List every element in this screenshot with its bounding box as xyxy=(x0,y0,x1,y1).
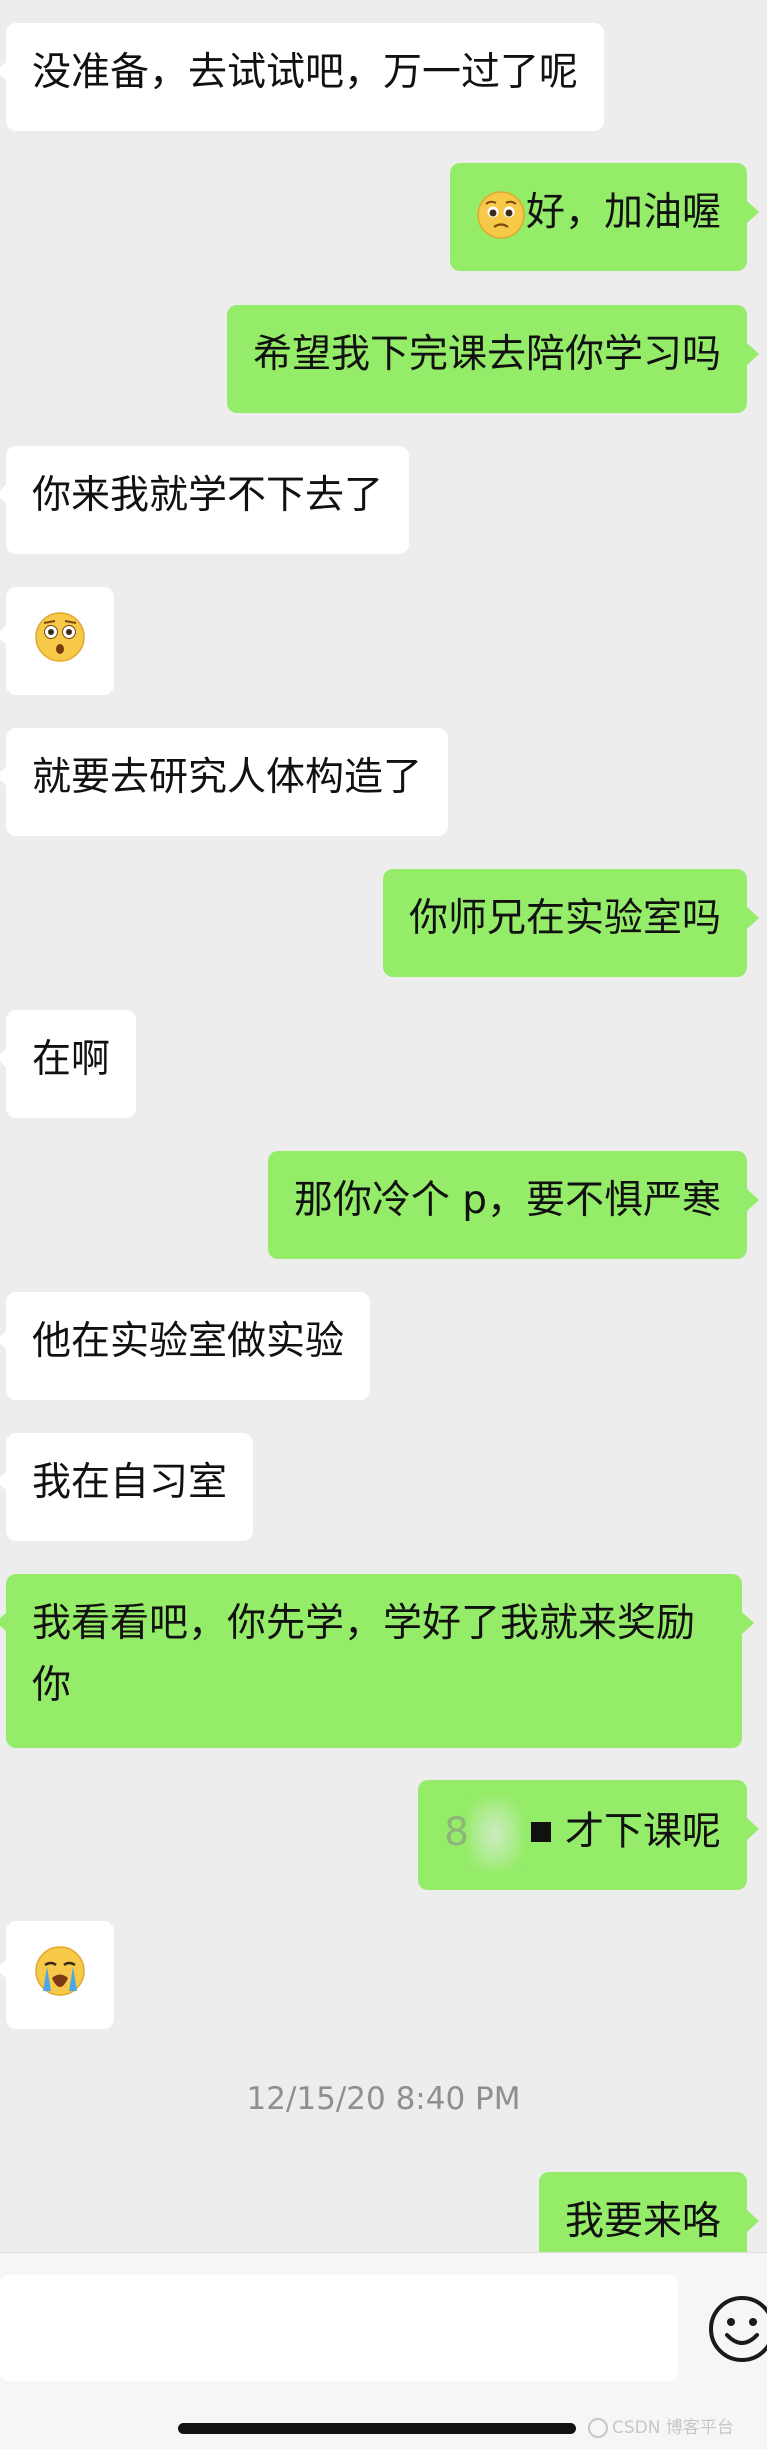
message-bubble-incoming[interactable]: 就要去研究人体构造了 xyxy=(0,728,449,836)
message-bubble-outgoing[interactable]: 你师兄在实验室吗 xyxy=(382,869,760,977)
message-text: 就要去研究人体构造了 xyxy=(32,755,423,800)
loudly-crying-face-emoji-icon xyxy=(35,1946,85,1996)
message-text: 在啊 xyxy=(32,1037,111,1082)
message-input[interactable] xyxy=(0,2275,678,2381)
message-text: 他在实验室做实验 xyxy=(32,1319,345,1364)
emoji-button-icon[interactable] xyxy=(706,2293,767,2365)
watermark-text: CSDN 博客平台 xyxy=(612,2418,734,2438)
chat-history[interactable]: 没准备，去试试吧，万一过了呢 好，加油喔 希望我下完课去陪你学习吗 你来我就学不… xyxy=(0,0,767,2252)
message-text: 才下课呢 xyxy=(564,1809,721,1855)
message-bubble-outgoing[interactable]: 8 才下课呢 xyxy=(418,1780,759,1890)
message-bubble-incoming[interactable]: 没准备，去试试吧，万一过了呢 xyxy=(0,23,605,131)
message-bubble-outgoing[interactable]: 希望我下完课去陪你学习吗 xyxy=(226,305,760,413)
message-text: 好，加油喔 xyxy=(525,190,721,235)
message-bubble-outgoing[interactable]: 好，加油喔 xyxy=(449,163,760,271)
message-bubble-incoming[interactable]: 我在自习室 xyxy=(0,1433,254,1541)
message-bubble-outgoing[interactable]: 我要来咯 xyxy=(538,2172,760,2252)
watermark: CSDN 博客平台 xyxy=(588,2416,734,2440)
flushed-face-emoji-icon xyxy=(35,612,85,662)
message-bubble-outgoing[interactable]: 那你冷个 p，要不惧严寒 xyxy=(267,1151,760,1259)
message-text: 没准备，去试试吧，万一过了呢 xyxy=(32,50,579,95)
blur-redaction xyxy=(468,1799,521,1869)
message-text: 你师兄在实验室吗 xyxy=(408,896,721,941)
message-text: 我看看吧，你先学，学好了我就来奖励你 xyxy=(32,1601,696,1708)
home-indicator[interactable] xyxy=(178,2423,576,2434)
redacted-text-fragment: 8 xyxy=(444,1809,469,1855)
message-bubble-incoming[interactable]: 在啊 xyxy=(0,1010,137,1118)
message-bubble-incoming[interactable] xyxy=(0,1921,114,2029)
message-bubble-incoming[interactable]: 他在实验室做实验 xyxy=(0,1292,371,1400)
message-text: 我在自习室 xyxy=(32,1460,228,1505)
message-text: 我要来咯 xyxy=(564,2199,721,2244)
message-bubble-incoming[interactable]: 我看看吧，你先学，学好了我就来奖励你 xyxy=(0,1574,754,1748)
message-bubble-incoming[interactable] xyxy=(0,587,114,695)
message-text: 你来我就学不下去了 xyxy=(32,473,384,518)
redaction-block xyxy=(530,1822,551,1842)
timestamp: 12/15/20 8:40 PM xyxy=(246,2081,521,2117)
message-text: 那你冷个 p，要不惧严寒 xyxy=(293,1178,721,1223)
message-bubble-incoming[interactable]: 你来我就学不下去了 xyxy=(0,446,410,554)
message-text: 希望我下完课去陪你学习吗 xyxy=(252,332,721,377)
pleading-face-emoji-icon xyxy=(477,190,525,239)
watermark-logo-icon xyxy=(588,2418,608,2438)
